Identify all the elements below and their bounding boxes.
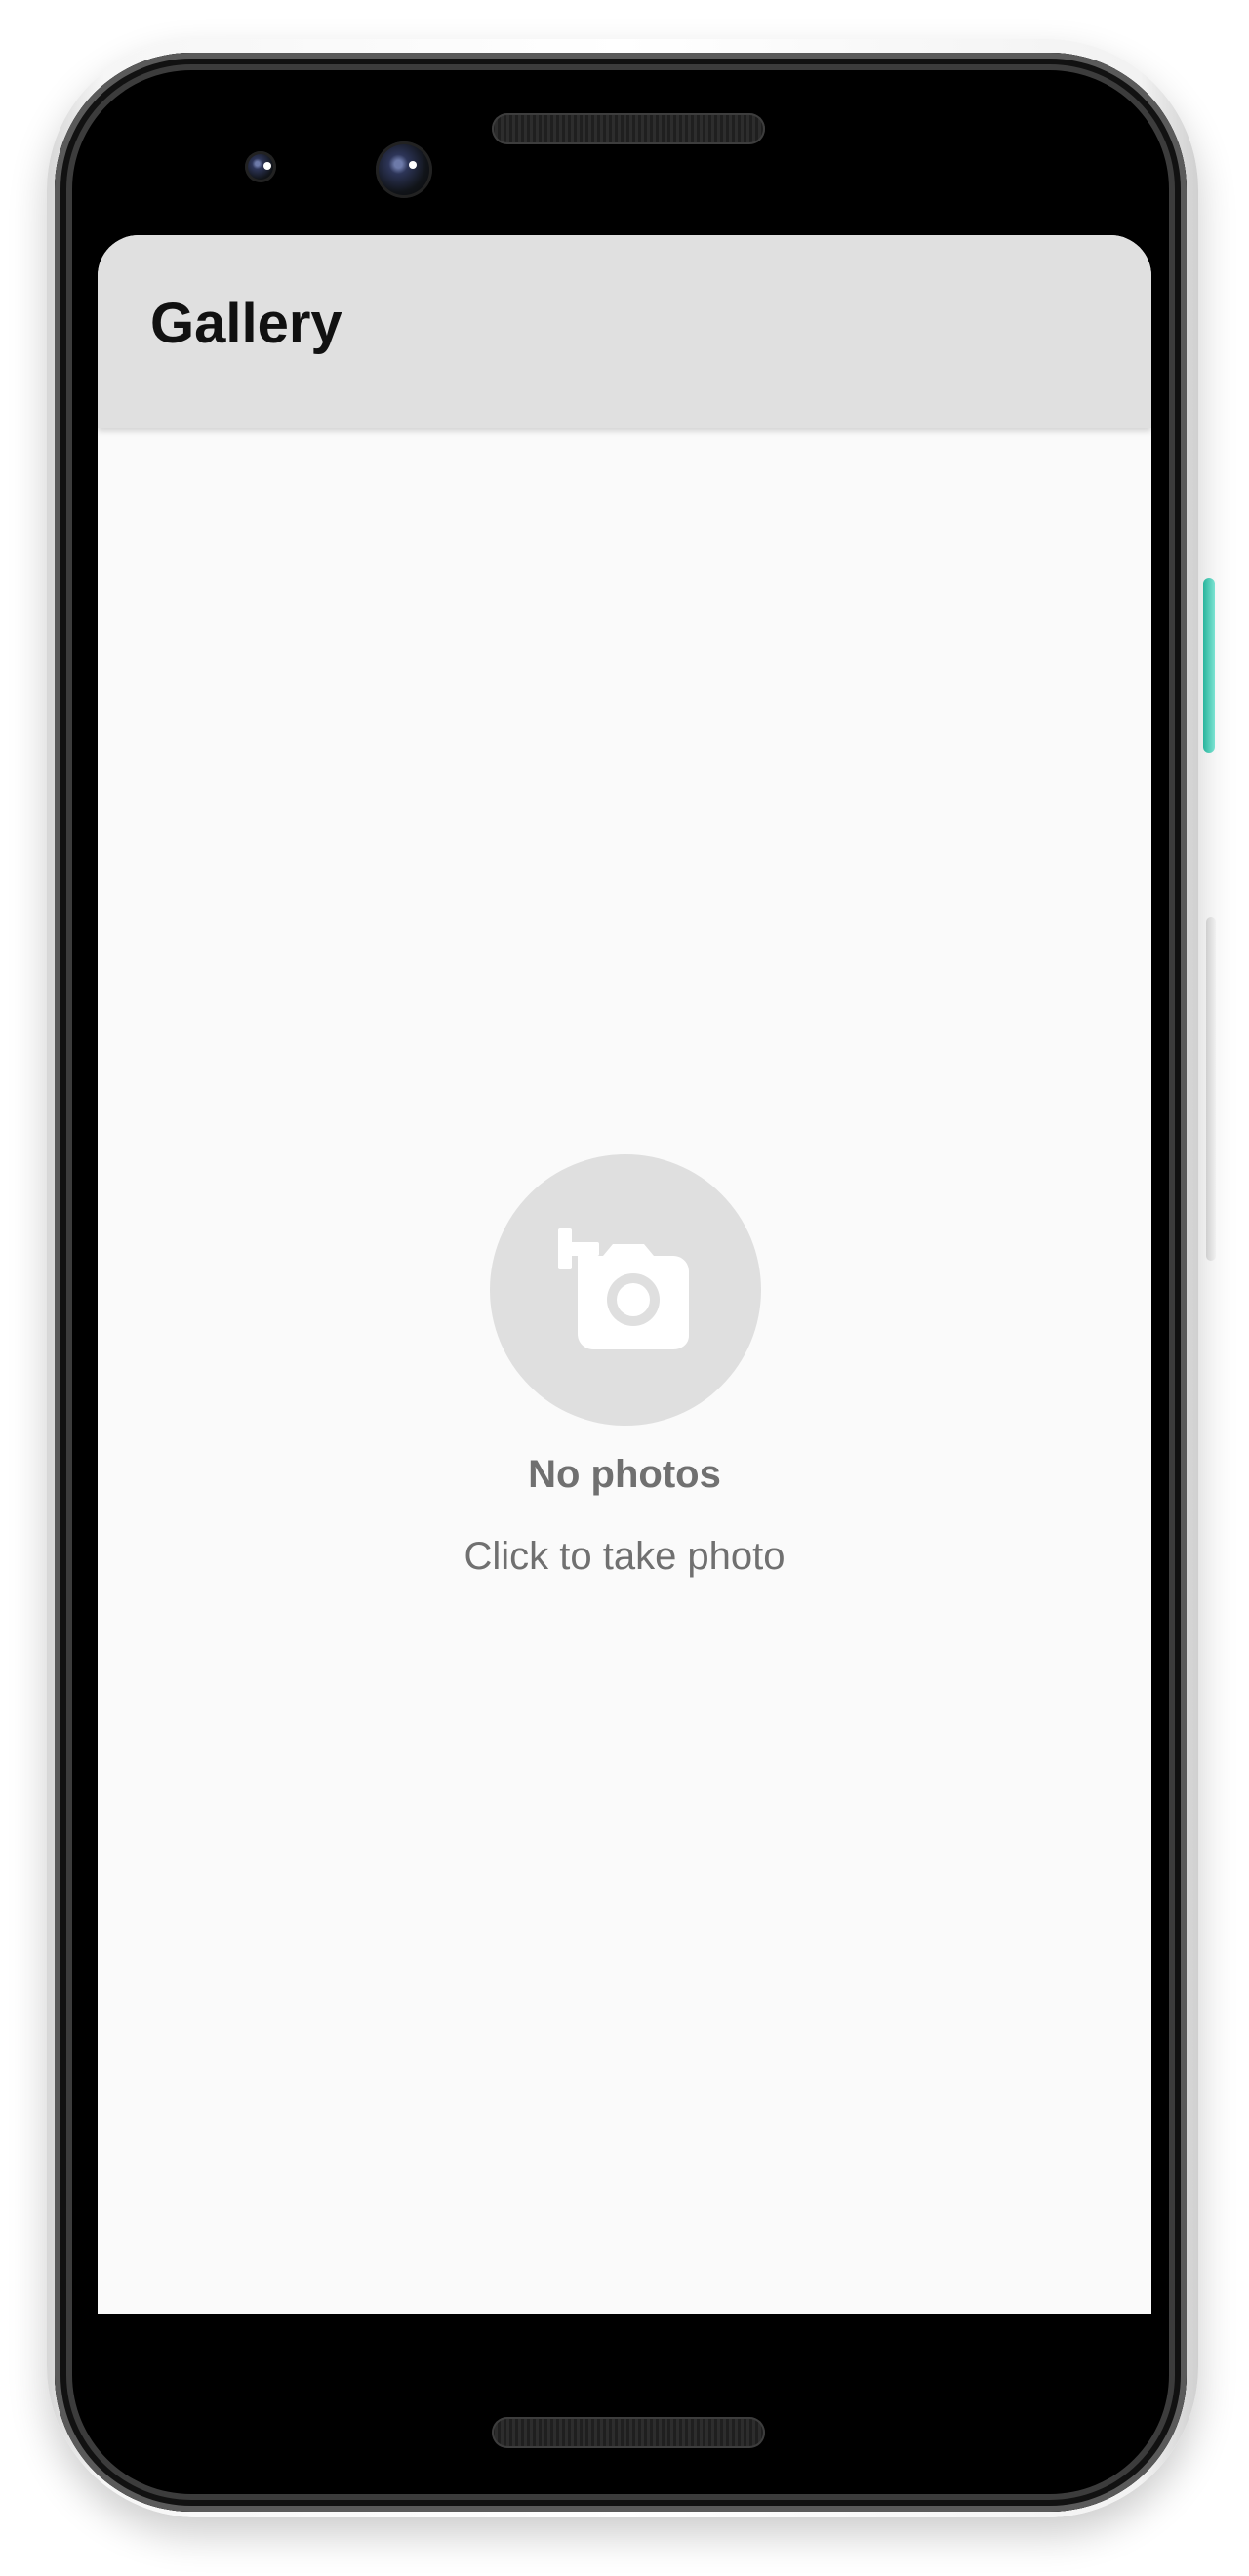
empty-state-subtitle: Click to take photo xyxy=(463,1535,786,1578)
device-stage: Gallery No photos Click to take photo xyxy=(0,0,1249,2576)
front-camera-small-icon xyxy=(245,151,276,182)
add-photo-camera-icon xyxy=(558,1228,689,1349)
power-button xyxy=(1203,578,1215,753)
bottom-speaker-grille xyxy=(492,2417,765,2448)
app-screen: Gallery No photos Click to take photo xyxy=(98,235,1151,2332)
front-camera-large-icon xyxy=(376,141,432,198)
bottom-bar-edge xyxy=(98,2314,1151,2332)
take-photo-button[interactable] xyxy=(490,1154,761,1426)
empty-state: No photos Click to take photo xyxy=(98,235,1151,2332)
top-speaker-grille xyxy=(492,113,765,144)
volume-button xyxy=(1206,917,1216,1261)
bottom-black-bar xyxy=(98,2314,1151,2398)
empty-state-title: No photos xyxy=(528,1453,721,1496)
